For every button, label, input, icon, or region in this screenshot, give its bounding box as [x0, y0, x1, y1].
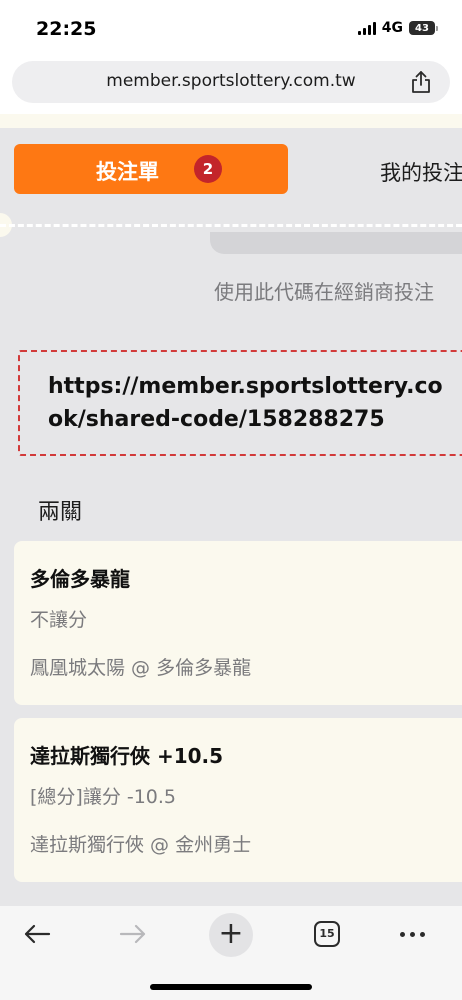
share-url-line-1: https://member.sportslottery.co: [48, 374, 443, 399]
tabs-button[interactable]: 15: [314, 921, 340, 947]
home-indicator: [150, 984, 312, 990]
url-text[interactable]: member.sportslottery.com.tw: [12, 71, 450, 91]
selection-team: 達拉斯獨行俠 +10.5: [30, 744, 224, 768]
page-top-strip: [0, 114, 462, 128]
share-url[interactable]: https://member.sportslottery.co ok/share…: [48, 370, 443, 436]
selection-match: 鳳凰城太陽 @ 多倫多暴龍: [30, 657, 252, 679]
status-indicators: 4G 43: [357, 20, 438, 36]
screen: 22:25 4G 43 member.sportslottery.com.tw …: [0, 0, 462, 1000]
more-icon[interactable]: [400, 932, 425, 937]
back-arrow-icon[interactable]: [22, 922, 52, 946]
selection-market: 不讓分: [30, 609, 88, 631]
status-time: 22:25: [36, 18, 97, 40]
tab-bet-slip[interactable]: 投注單 2: [14, 144, 288, 194]
bet-type-title: 兩關: [38, 500, 83, 525]
share-instruction: 使用此代碼在經銷商投注: [214, 280, 434, 304]
tabs-count: 15: [319, 927, 335, 940]
new-tab-button[interactable]: +: [209, 913, 253, 957]
selection-market: [總分]讓分 -10.5: [30, 786, 177, 808]
share-code-box[interactable]: https://member.sportslottery.co ok/share…: [18, 350, 462, 456]
selection-card: 多倫多暴龍 不讓分 鳳凰城太陽 @ 多倫多暴龍: [14, 541, 462, 705]
signal-icon: [357, 21, 376, 35]
bet-slip-panel: 投注單 2 我的投注 使用此代碼在經銷商投注 https://member.sp…: [0, 128, 462, 906]
address-bar[interactable]: member.sportslottery.com.tw: [12, 61, 450, 103]
battery-icon: 43: [409, 21, 438, 35]
status-bar: 22:25 4G 43: [0, 0, 462, 58]
selection-team: 多倫多暴龍: [30, 567, 130, 591]
network-type: 4G: [381, 20, 403, 36]
forward-arrow-icon[interactable]: [118, 922, 148, 946]
battery-level: 43: [409, 21, 435, 35]
share-icon[interactable]: [410, 70, 432, 94]
bet-count-badge: 2: [194, 155, 222, 183]
dashed-divider: [0, 224, 462, 227]
selection-card: 達拉斯獨行俠 +10.5 [總分]讓分 -10.5 達拉斯獨行俠 @ 金州勇士: [14, 718, 462, 882]
tab-my-bets[interactable]: 我的投注: [380, 157, 462, 187]
selection-match: 達拉斯獨行俠 @ 金州勇士: [30, 834, 252, 856]
plus-icon: +: [218, 916, 244, 951]
browser-toolbar: + 15: [0, 906, 462, 1000]
ticket-stub: [210, 232, 462, 254]
tab-bet-slip-label: 投注單: [96, 160, 159, 184]
share-url-line-2: ok/shared-code/158288275: [48, 407, 385, 432]
